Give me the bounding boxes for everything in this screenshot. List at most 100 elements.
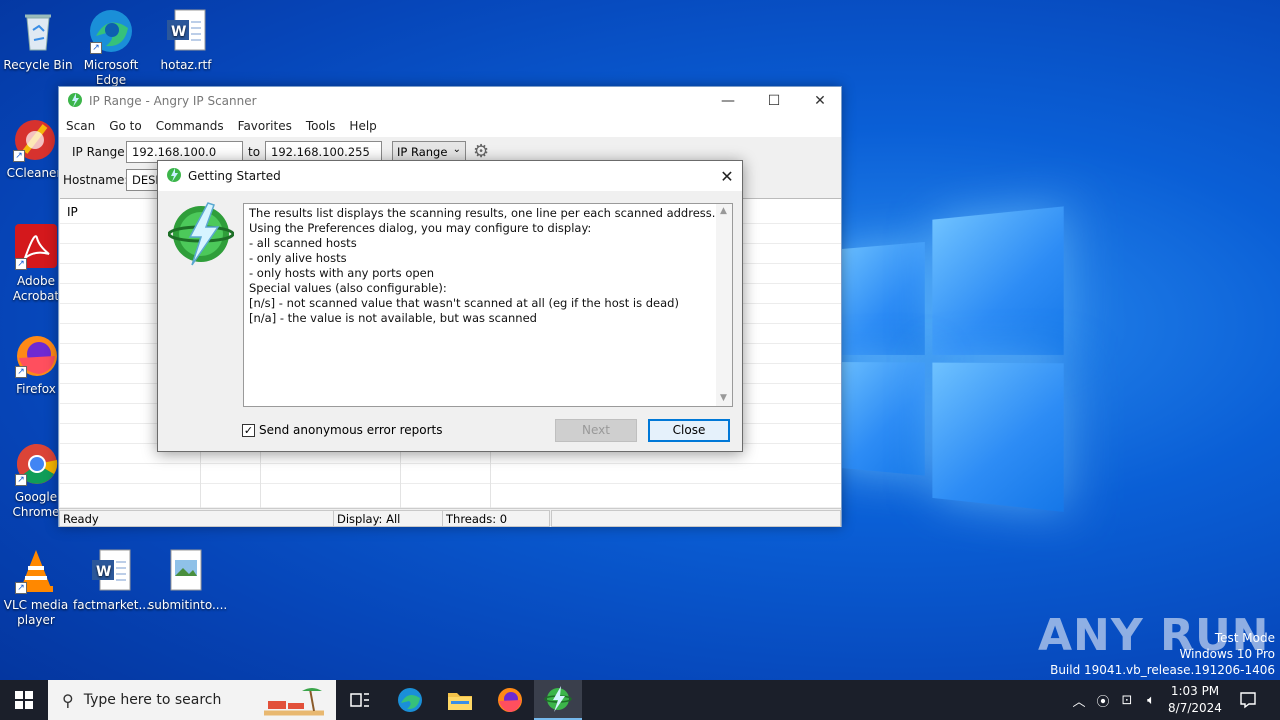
word-document-icon: W — [88, 548, 134, 594]
word-document-icon: W — [163, 8, 209, 54]
taskbar-firefox-button[interactable] — [486, 680, 534, 720]
start-button[interactable] — [0, 680, 48, 720]
hostname-label: Hostname: — [63, 173, 129, 187]
desktop-icon-submitinto[interactable]: submitinto.... — [148, 548, 228, 613]
info-line: Using the Preferences dialog, you may co… — [249, 221, 592, 235]
desktop-icon-label: factmarket... — [73, 598, 150, 612]
edge-icon — [398, 688, 422, 712]
show-hidden-icons-button[interactable]: ︿ — [1068, 680, 1090, 720]
info-line: [n/s] - not scanned value that wasn't sc… — [249, 296, 679, 310]
desktop-icon-recycle-bin[interactable]: Recycle Bin — [0, 8, 76, 73]
tray-network-button[interactable]: ⊡ — [1116, 680, 1138, 720]
task-view-button[interactable] — [336, 680, 384, 720]
taskbar-clock[interactable]: 1:03 PM 8/7/2024 — [1160, 683, 1230, 717]
desktop-icon-label: Recycle Bin — [3, 58, 73, 72]
ccleaner-icon: ↗ — [11, 116, 57, 162]
scan-progress-bar — [551, 510, 841, 527]
getting-started-dialog[interactable]: Getting Started ✕ The results list displ… — [157, 160, 743, 452]
minimize-button[interactable]: — — [705, 87, 751, 115]
dialog-close-icon[interactable]: ✕ — [712, 161, 742, 191]
checkbox-checked-icon[interactable]: ✓ — [242, 423, 255, 437]
task-view-icon — [350, 693, 369, 707]
firefox-icon — [498, 688, 522, 712]
scroll-up-icon[interactable]: ▲ — [720, 204, 727, 219]
test-mode-text: Test Mode Windows 10 Pro Build 19041.vb_… — [1050, 630, 1275, 678]
checkbox-label: Send anonymous error reports — [259, 423, 443, 437]
desktop-icon-edge[interactable]: ↗ Microsoft Edge — [73, 8, 149, 88]
webcam-icon: ⦿ — [1096, 694, 1110, 710]
svg-text:W: W — [171, 24, 186, 40]
angry-ip-scanner-icon — [67, 92, 83, 111]
to-label: to — [248, 145, 261, 159]
desktop-icon-factmarket[interactable]: W factmarket... — [73, 548, 150, 613]
desktop-icon-hotaz[interactable]: W hotaz.rtf — [148, 8, 224, 73]
speaker-icon: 🔈︎ — [1147, 692, 1155, 708]
menu-commands[interactable]: Commands — [156, 119, 224, 133]
menu-scan[interactable]: Scan — [66, 119, 95, 133]
tray-meet-now-button[interactable]: ⦿ — [1092, 680, 1114, 720]
action-center-button[interactable] — [1234, 680, 1262, 720]
menu-favorites[interactable]: Favorites — [238, 119, 292, 133]
taskbar-edge-button[interactable] — [386, 680, 434, 720]
info-line: - only alive hosts — [249, 251, 347, 265]
ip-range-label: IP Range: — [72, 145, 129, 159]
test-mode-label: Test Mode — [1214, 631, 1275, 645]
scroll-down-icon[interactable]: ▼ — [720, 391, 727, 406]
window-title: IP Range - Angry IP Scanner — [89, 94, 257, 108]
menu-bar: Scan Go to Commands Favorites Tools Help — [59, 115, 841, 137]
taskbar-file-explorer-button[interactable] — [436, 680, 484, 720]
windows-start-icon — [15, 691, 33, 709]
chevron-down-icon: ⌄ — [452, 144, 461, 155]
close-button[interactable]: Close — [648, 419, 730, 442]
firefox-icon: ↗ — [13, 332, 59, 378]
chrome-icon: ↗ — [13, 440, 59, 486]
desktop-icon-label: hotaz.rtf — [160, 58, 212, 72]
menu-help[interactable]: Help — [349, 119, 376, 133]
search-highlight-illustration-icon — [254, 683, 332, 720]
notification-icon — [1240, 692, 1256, 709]
info-line: Special values (also configurable): — [249, 281, 447, 295]
angry-ip-scanner-icon — [544, 686, 572, 712]
taskbar: ⚲ Type here to search ︿ ⦿ ⊡ 🔈︎ 1:03 PM 8… — [0, 680, 1280, 720]
error-reports-checkbox[interactable]: ✓ Send anonymous error reports — [242, 423, 443, 437]
windows-edition-label: Windows 10 Pro — [1179, 647, 1275, 661]
tray-volume-button[interactable]: 🔈︎ — [1140, 680, 1162, 720]
image-file-icon — [163, 548, 209, 594]
taskbar-angry-ip-scanner-button[interactable] — [534, 680, 582, 720]
status-bar: Ready Display: All Threads: 0 — [59, 508, 841, 527]
edge-icon: ↗ — [88, 8, 134, 54]
windows-build-label: Build 19041.vb_release.191206-1406 — [1050, 663, 1275, 677]
maximize-button[interactable]: ☐ — [751, 87, 797, 115]
next-button[interactable]: Next — [555, 419, 637, 442]
chevron-up-icon: ︿ — [1072, 694, 1086, 710]
info-line: - only hosts with any ports open — [249, 266, 435, 280]
info-line: - all scanned hosts — [249, 236, 357, 250]
vlc-icon: ↗ — [13, 548, 59, 594]
clock-date: 8/7/2024 — [1168, 701, 1222, 715]
windows-wallpaper-logo — [830, 206, 1064, 512]
desktop-icon-vlc[interactable]: ↗ VLC media player — [0, 548, 74, 628]
status-display: Display: All — [333, 510, 443, 527]
window-titlebar[interactable]: IP Range - Angry IP Scanner — ☐ ✕ — [59, 87, 841, 115]
close-window-button[interactable]: ✕ — [797, 87, 843, 115]
menu-goto[interactable]: Go to — [109, 119, 142, 133]
column-header-ip[interactable]: IP — [67, 205, 78, 219]
angry-ip-scanner-icon — [166, 167, 182, 186]
network-icon: ⊡ — [1121, 692, 1133, 708]
desktop-icon-label: submitinto.... — [148, 598, 228, 612]
clock-time: 1:03 PM — [1170, 684, 1220, 698]
info-textarea[interactable]: The results list displays the scanning r… — [243, 203, 733, 407]
acrobat-icon: ↗ — [13, 224, 59, 270]
dialog-title: Getting Started — [188, 169, 281, 183]
dialog-titlebar[interactable]: Getting Started ✕ — [158, 161, 742, 191]
range-type-value: IP Range — [397, 145, 448, 159]
info-line: [n/a] - the value is not available, but … — [249, 311, 537, 325]
svg-text:W: W — [96, 564, 111, 580]
textarea-scrollbar[interactable]: ▲ ▼ — [716, 204, 732, 406]
search-icon: ⚲ — [62, 690, 74, 710]
menu-tools[interactable]: Tools — [306, 119, 336, 133]
folder-icon — [448, 693, 472, 710]
gear-icon[interactable]: ⚙ — [473, 141, 489, 162]
recycle-bin-icon — [15, 8, 61, 54]
taskbar-search-box[interactable]: ⚲ Type here to search — [48, 680, 336, 720]
